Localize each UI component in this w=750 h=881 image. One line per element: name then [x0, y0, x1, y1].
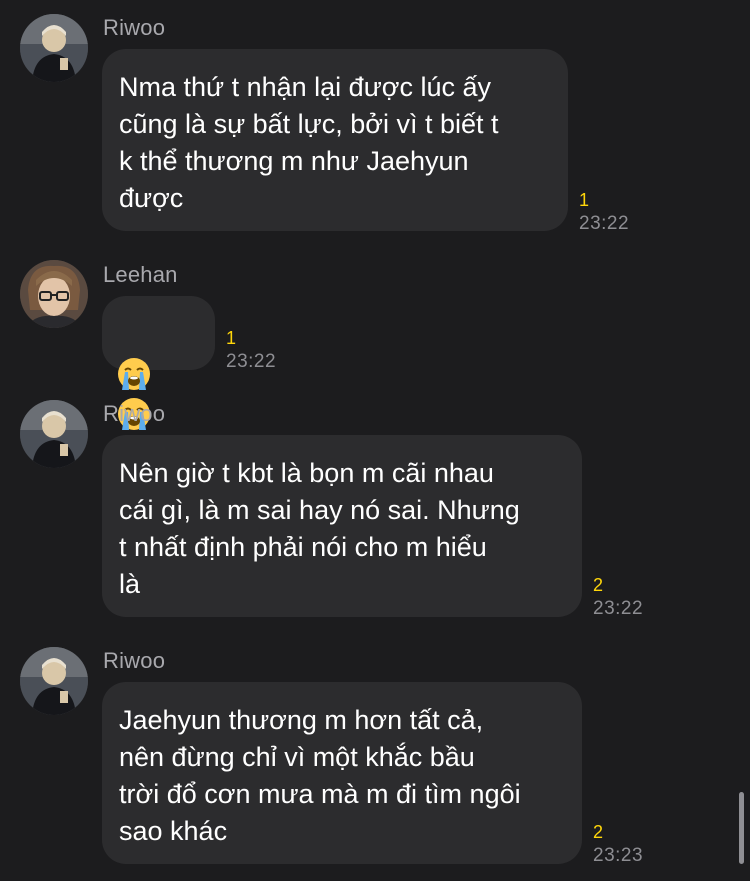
avatar[interactable] [20, 647, 88, 715]
message-bubble[interactable] [102, 296, 215, 430]
sender-name: Riwoo [103, 15, 166, 40]
unread-count: 1 [226, 328, 237, 348]
sender-name: Riwoo [103, 648, 166, 673]
message-timestamp: 23:22 [579, 213, 630, 234]
avatar[interactable] [20, 260, 88, 328]
loudly-crying-face-icon [118, 357, 150, 390]
avatar-photo-icon [20, 14, 88, 82]
message-timestamp: 23:22 [593, 598, 644, 619]
unread-count: 1 [579, 190, 590, 210]
avatar-photo-icon [20, 400, 88, 468]
avatar[interactable] [20, 14, 88, 82]
unread-count: 2 [593, 575, 604, 595]
message-timestamp: 23:23 [593, 845, 644, 866]
message-bubble[interactable]: Jaehyun thương m hơn tất cả, nên đừng ch… [102, 682, 582, 864]
message-bubble[interactable]: Nên giờ t kbt là bọn m cãi nhau cái gì, … [102, 435, 582, 617]
sender-name: Riwoo [103, 401, 166, 426]
avatar-photo-icon [20, 647, 88, 715]
avatar-photo-icon [20, 260, 88, 328]
scrollbar-thumb[interactable] [739, 792, 744, 864]
message-timestamp: 23:22 [226, 351, 277, 372]
unread-count: 2 [593, 822, 604, 842]
sender-name: Leehan [103, 262, 178, 287]
message-bubble[interactable]: Nma thứ t nhận lại được lúc ấy cũng là s… [102, 49, 568, 231]
avatar[interactable] [20, 400, 88, 468]
